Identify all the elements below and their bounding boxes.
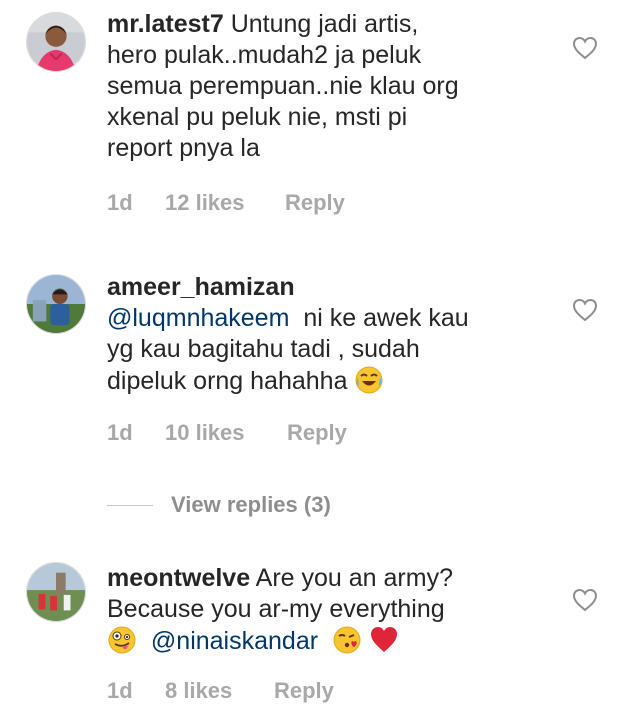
reply-button[interactable]: Reply bbox=[274, 678, 334, 704]
face-with-tears-of-joy-emoji bbox=[354, 365, 384, 395]
face-blowing-kiss-emoji bbox=[332, 625, 362, 655]
comment-likes[interactable]: 10 likes bbox=[165, 420, 287, 446]
comment-text: Because you ar-my everything bbox=[107, 595, 445, 623]
comment-username[interactable]: meontwelve bbox=[107, 564, 250, 592]
comment-username[interactable]: ameer_hamizan bbox=[107, 273, 295, 301]
comment-text: dipeluk orng hahahha bbox=[107, 367, 355, 395]
comment-body: mr.latest7 Untung jadi artis, hero pulak… bbox=[107, 9, 547, 164]
mention-link[interactable]: @ninaiskandar bbox=[151, 627, 318, 655]
comment-text: Untung jadi artis, bbox=[223, 10, 419, 38]
mention-link[interactable]: @luqmnhakeem bbox=[107, 304, 289, 332]
comment-body: meontwelve Are you an army? Because you … bbox=[107, 563, 547, 657]
comment-text: ni ke awek kau bbox=[289, 304, 469, 332]
reply-button[interactable]: Reply bbox=[285, 190, 345, 216]
avatar[interactable] bbox=[26, 12, 86, 72]
comment-text: Are you an army? bbox=[250, 564, 453, 592]
divider bbox=[107, 504, 153, 506]
comment-text: hero pulak..mudah2 ja peluk bbox=[107, 41, 422, 69]
comment-text: report pnya la bbox=[107, 134, 260, 162]
avatar[interactable] bbox=[26, 562, 86, 622]
comment-username[interactable]: mr.latest7 bbox=[107, 10, 224, 38]
comment-likes[interactable]: 8 likes bbox=[165, 678, 274, 704]
red-heart-emoji bbox=[369, 625, 399, 655]
comment-text: yg kau bagitahu tadi , sudah bbox=[107, 335, 420, 363]
comment-likes[interactable]: 12 likes bbox=[165, 190, 285, 216]
comment-timestamp: 1d bbox=[107, 420, 133, 445]
comment-timestamp: 1d bbox=[107, 678, 133, 703]
comment-meta: 1d 10 likes Reply bbox=[107, 420, 347, 446]
comment-body: ameer_hamizan @luqmnhakeem ni ke awek ka… bbox=[107, 272, 547, 397]
like-heart-icon[interactable] bbox=[572, 588, 598, 612]
comment-text: xkenal pu peluk nie, msti pi bbox=[107, 103, 408, 131]
comment-timestamp: 1d bbox=[107, 190, 133, 215]
like-heart-icon[interactable] bbox=[572, 298, 598, 322]
comment-text: semua perempuan..nie klau org bbox=[107, 72, 459, 100]
view-replies-button[interactable]: View replies (3) bbox=[107, 490, 331, 520]
view-replies-label[interactable]: View replies (3) bbox=[171, 492, 331, 518]
like-heart-icon[interactable] bbox=[572, 36, 598, 60]
avatar[interactable] bbox=[26, 274, 86, 334]
comment-meta: 1d 8 likes Reply bbox=[107, 678, 334, 704]
reply-button[interactable]: Reply bbox=[287, 420, 347, 446]
zany-face-emoji bbox=[107, 625, 137, 655]
comment-meta: 1d 12 likes Reply bbox=[107, 190, 345, 216]
